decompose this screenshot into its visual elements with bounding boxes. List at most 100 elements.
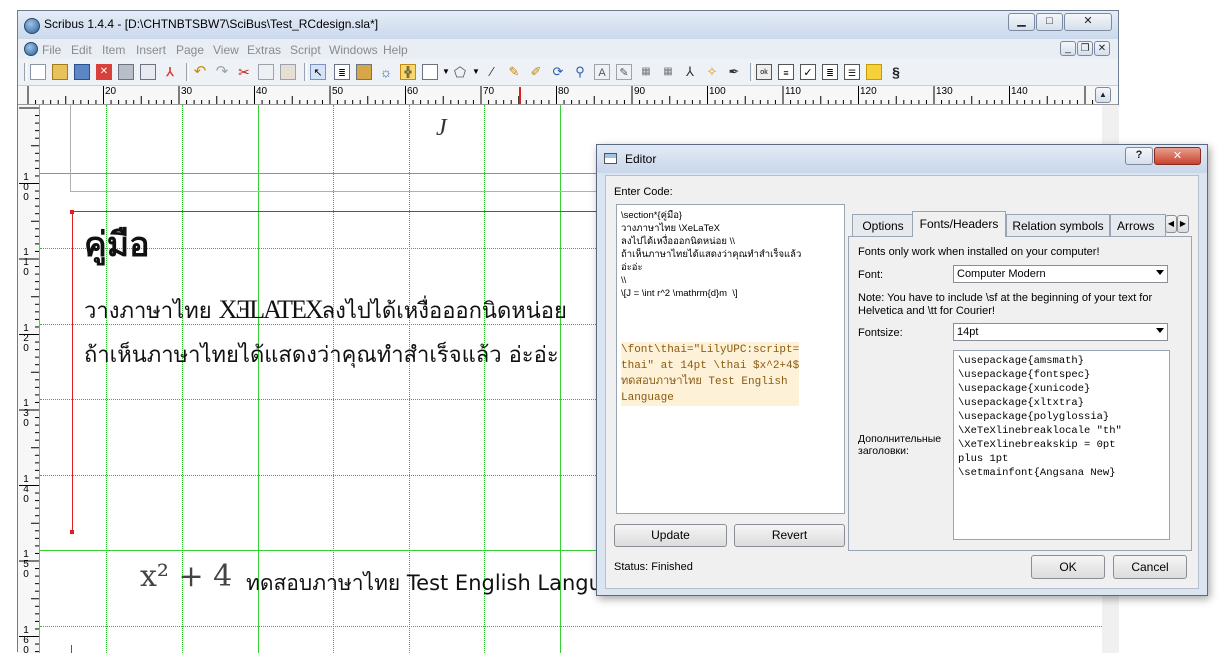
menu-edit[interactable]: Edit: [71, 43, 92, 57]
tab-scroll-left-icon[interactable]: ◀: [1165, 215, 1177, 233]
polygon-icon[interactable]: ⬠: [452, 64, 468, 80]
polygon-dropdown-icon[interactable]: ▼: [468, 64, 484, 80]
preflight-icon[interactable]: [140, 64, 156, 80]
cut-icon[interactable]: ✂: [236, 64, 252, 80]
horizontal-ruler[interactable]: 20 30 40 50 60 70 80 90 100 110 120 130 …: [18, 86, 1118, 105]
pdf-text-field-icon[interactable]: ≡: [778, 64, 794, 80]
headers-editor[interactable]: \usepackage{amsmath} \usepackage{fontspec…: [953, 350, 1170, 540]
ruler-label: 40: [256, 86, 268, 97]
rotate-icon[interactable]: ⟳: [550, 64, 566, 80]
fontsize-select[interactable]: 14pt: [953, 323, 1168, 341]
menu-file[interactable]: File: [42, 43, 61, 57]
print-icon[interactable]: [118, 64, 134, 80]
text-frame-icon[interactable]: ≣: [334, 64, 350, 80]
tab-options[interactable]: Options: [852, 214, 914, 236]
ok-button[interactable]: OK: [1031, 555, 1105, 579]
render-frame-icon[interactable]: ☼: [378, 64, 394, 80]
page-border: [70, 105, 71, 191]
doc-minimize-button[interactable]: _: [1060, 41, 1076, 56]
update-button[interactable]: Update: [614, 524, 727, 547]
pdf-annotation-icon[interactable]: [866, 64, 882, 80]
menu-insert[interactable]: Insert: [136, 43, 166, 57]
main-titlebar: Scribus 1.4.4 - [D:\CHTNBTSBW7\SciBus\Te…: [18, 11, 1118, 39]
editor-client: Enter Code: \section*{คู่มือ} วางภาษาไทย …: [605, 175, 1199, 589]
render-frame-text: ทดสอบภาษาไทย Test English Langu: [246, 571, 602, 595]
undo-icon[interactable]: ↶: [192, 64, 208, 80]
tab-fonts-headers[interactable]: Fonts/Headers: [912, 211, 1006, 237]
freehand-icon[interactable]: ✐: [528, 64, 544, 80]
ruler-label: 70: [483, 86, 495, 97]
link-frames-icon[interactable]: ▦: [638, 64, 654, 80]
save-icon[interactable]: [74, 64, 90, 80]
vruler-label: 120: [23, 323, 29, 354]
code-highlighted-text: \font\thai="LilyUPC:script= thai" at 14pt…: [621, 342, 800, 406]
unlink-frames-icon[interactable]: ▦: [660, 64, 676, 80]
menu-extras[interactable]: Extras: [247, 43, 281, 57]
frame-handle[interactable]: [70, 210, 74, 214]
ruler-label: 100: [709, 86, 726, 97]
close-icon[interactable]: ✕: [96, 64, 112, 80]
revert-button[interactable]: Revert: [734, 524, 845, 547]
ruler-label: 120: [860, 86, 877, 97]
menu-help[interactable]: Help: [383, 43, 408, 57]
pdf-listbox-icon[interactable]: ☰: [844, 64, 860, 80]
menu-script[interactable]: Script: [290, 43, 321, 57]
maximize-button[interactable]: □: [1036, 13, 1063, 31]
vertical-ruler[interactable]: 100 110 120 130 140 150 160: [18, 105, 40, 656]
menu-item[interactable]: Item: [102, 43, 125, 57]
line-icon[interactable]: ⁄: [484, 64, 500, 80]
menu-view[interactable]: View: [213, 43, 239, 57]
vruler-label: 130: [23, 398, 29, 429]
ruler-label: 80: [558, 86, 570, 97]
close-button[interactable]: ✕: [1064, 13, 1112, 31]
minimize-button[interactable]: ▁: [1008, 13, 1035, 31]
edit-contents-icon[interactable]: A: [594, 64, 610, 80]
menu-windows[interactable]: Windows: [329, 43, 378, 57]
copy-properties-icon[interactable]: ✧: [704, 64, 720, 80]
tab-scroll-right-icon[interactable]: ▶: [1177, 215, 1189, 233]
pdf-link-icon[interactable]: §: [888, 64, 904, 80]
new-icon[interactable]: [30, 64, 46, 80]
scribus-app-icon: [24, 18, 40, 34]
status-text: Status: Finished: [614, 561, 693, 573]
vruler-label: 100: [23, 172, 29, 203]
cancel-button[interactable]: Cancel: [1113, 555, 1187, 579]
pdf-checkbox-icon[interactable]: ✓: [800, 64, 816, 80]
table-icon[interactable]: ╬: [400, 64, 416, 80]
doc-restore-button[interactable]: ❐: [1077, 41, 1093, 56]
grid-line: [40, 626, 1102, 627]
pdf-combobox-icon[interactable]: ≣: [822, 64, 838, 80]
doc-close-button[interactable]: ✕: [1094, 41, 1110, 56]
editor-close-button[interactable]: ✕: [1154, 147, 1201, 165]
copy-icon[interactable]: [258, 64, 274, 80]
code-editor[interactable]: \section*{คู่มือ} วางภาษาไทย \XeLaTeX ลงไป…: [616, 204, 845, 514]
select-icon[interactable]: ↖: [310, 64, 326, 80]
scroll-up-icon[interactable]: ▲: [1095, 87, 1111, 103]
frame-handle[interactable]: [70, 530, 74, 534]
edit-text-icon[interactable]: ✎: [616, 64, 632, 80]
tab-arrows[interactable]: Arrows: [1110, 214, 1166, 236]
redo-icon[interactable]: ↷: [214, 64, 230, 80]
zoom-icon[interactable]: ⚲: [572, 64, 588, 80]
pdf-icon[interactable]: ⅄: [162, 64, 178, 80]
vruler-label: 140: [23, 474, 29, 505]
ruler-label: 60: [407, 86, 419, 97]
font-select[interactable]: Computer Modern: [953, 265, 1168, 283]
paste-icon[interactable]: [280, 64, 296, 80]
code-plain-text: \section*{คู่มือ} วางภาษาไทย \XeLaTeX ลงไป…: [621, 210, 802, 299]
fontsize-label: Fontsize:: [858, 327, 903, 339]
font-label: Font:: [858, 269, 884, 281]
open-icon[interactable]: [52, 64, 68, 80]
bezier-icon[interactable]: ✎: [506, 64, 522, 80]
measure-icon[interactable]: ⅄: [682, 64, 698, 80]
ruler-label: 130: [936, 86, 953, 97]
pdf-push-button-icon[interactable]: ok: [756, 64, 772, 80]
menu-page[interactable]: Page: [176, 43, 204, 57]
shape-icon[interactable]: [422, 64, 438, 80]
document-icon: [24, 42, 38, 56]
eyedropper-icon[interactable]: ✒: [726, 64, 742, 80]
help-button[interactable]: ?: [1125, 147, 1153, 165]
tab-relation-symbols[interactable]: Relation symbols: [1006, 214, 1110, 236]
chevron-down-icon: [1156, 270, 1164, 275]
image-frame-icon[interactable]: [356, 64, 372, 80]
